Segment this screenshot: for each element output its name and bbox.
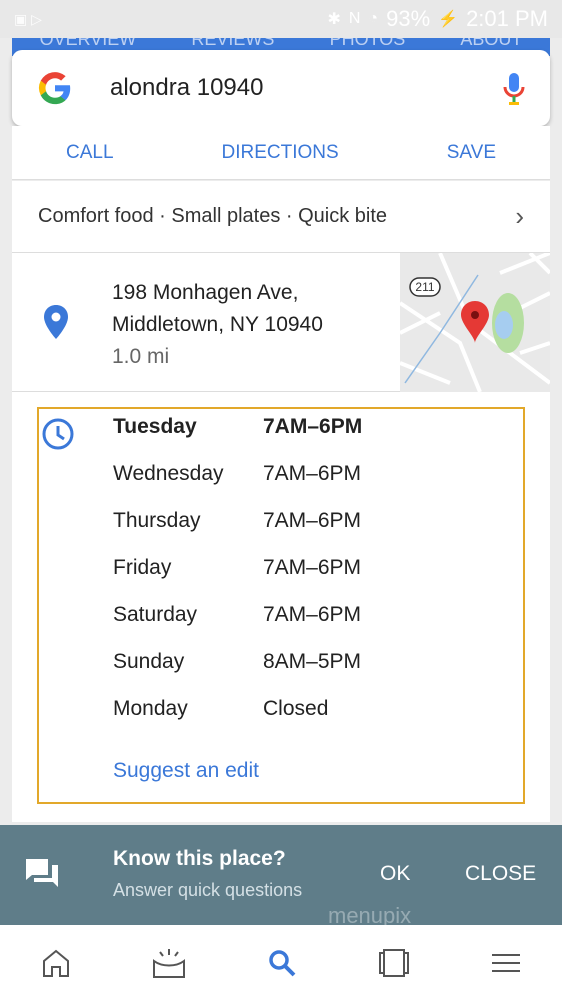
battery-level: 93% xyxy=(386,6,431,31)
day: Tuesday xyxy=(113,415,197,438)
close-button[interactable]: CLOSE xyxy=(465,862,536,886)
directions-button[interactable]: DIRECTIONS xyxy=(222,142,339,164)
hours-row: Thursday 7AM–6PM xyxy=(113,509,361,533)
suggest-edit-link[interactable]: Suggest an edit xyxy=(113,759,259,783)
time: 7AM–6PM xyxy=(263,509,362,532)
chevron-right-icon: › xyxy=(515,201,524,231)
address-row[interactable]: 198 Monhagen Ave, Middletown, NY 10940 1… xyxy=(12,253,550,392)
address-line-2: Middletown, NY 10940 xyxy=(112,313,323,336)
hours-row: Tuesday 7AM–6PM xyxy=(113,415,362,439)
google-logo-icon xyxy=(38,72,71,105)
time: 8AM–5PM xyxy=(263,650,362,673)
hours-card: Tuesday 7AM–6PM Wednesday 7AM–6PM Thursday… xyxy=(12,392,550,822)
home-icon[interactable] xyxy=(41,948,71,978)
route-211-badge: 211 xyxy=(415,280,434,294)
time: Closed xyxy=(263,697,329,720)
time: 7AM–6PM xyxy=(263,462,362,485)
map-marker-icon xyxy=(461,301,489,343)
day: Wednesday xyxy=(113,462,224,485)
hours-row: Wednesday 7AM–6PM xyxy=(113,462,361,486)
action-bar: CALL DIRECTIONS SAVE xyxy=(12,126,550,180)
microphone-icon[interactable] xyxy=(502,71,526,105)
location-pin-icon xyxy=(44,305,68,339)
map-drawing: 211 xyxy=(400,253,550,392)
hours-row: Saturday 7AM–6PM xyxy=(113,603,361,627)
nfc-icon: N xyxy=(348,10,361,27)
status-bar: ▣ ▷ ✱ N ◔ 93% ⚡ 2:01 PM xyxy=(0,0,562,38)
time: 7AM–6PM xyxy=(263,415,363,438)
distance: 1.0 mi xyxy=(112,345,170,368)
hours-row: Friday 7AM–6PM xyxy=(113,556,361,580)
day: Saturday xyxy=(113,603,198,626)
recent-tabs-icon[interactable] xyxy=(378,948,410,978)
time: 7AM–6PM xyxy=(263,556,362,579)
charging-icon: ⚡ xyxy=(438,11,459,28)
updates-icon[interactable] xyxy=(152,947,186,979)
categories-text: Comfort food · Small plates · Quick bite xyxy=(38,205,388,227)
clock-icon xyxy=(42,418,74,450)
chat-bubbles-icon xyxy=(26,859,58,887)
banner-subtitle: Answer quick questions xyxy=(113,880,303,900)
wifi-icon: ◔ xyxy=(368,10,379,27)
search-bar[interactable]: alondra 10940 xyxy=(12,50,550,126)
day: Sunday xyxy=(113,650,185,673)
know-this-place-banner: Know this place? Answer quick questions … xyxy=(0,825,562,928)
day: Thursday xyxy=(113,509,201,532)
notification-icons: ▣ ▷ xyxy=(14,10,42,27)
menu-icon[interactable] xyxy=(491,951,521,975)
hours-box: Tuesday 7AM–6PM Wednesday 7AM–6PM Thursday… xyxy=(37,407,525,804)
hours-row: Monday Closed xyxy=(113,697,328,721)
category-row[interactable]: Comfort food · Small plates · Quick bite… xyxy=(12,181,550,253)
call-button[interactable]: CALL xyxy=(66,142,114,164)
search-icon[interactable] xyxy=(267,948,297,978)
address-line-1: 198 Monhagen Ave, xyxy=(112,281,299,304)
search-query[interactable]: alondra 10940 xyxy=(110,74,502,102)
ok-button[interactable]: OK xyxy=(380,862,410,886)
day: Friday xyxy=(113,556,172,579)
banner-title: Know this place? xyxy=(113,847,286,870)
bluetooth-icon: ✱ xyxy=(327,11,341,28)
save-button[interactable]: SAVE xyxy=(447,142,496,164)
hours-row: Sunday 8AM–5PM xyxy=(113,650,361,674)
clock: 2:01 PM xyxy=(466,6,548,31)
map-thumbnail[interactable]: 211 xyxy=(400,253,550,392)
time: 7AM–6PM xyxy=(263,603,362,626)
day: Monday xyxy=(113,697,188,720)
bottom-nav xyxy=(0,925,562,1000)
